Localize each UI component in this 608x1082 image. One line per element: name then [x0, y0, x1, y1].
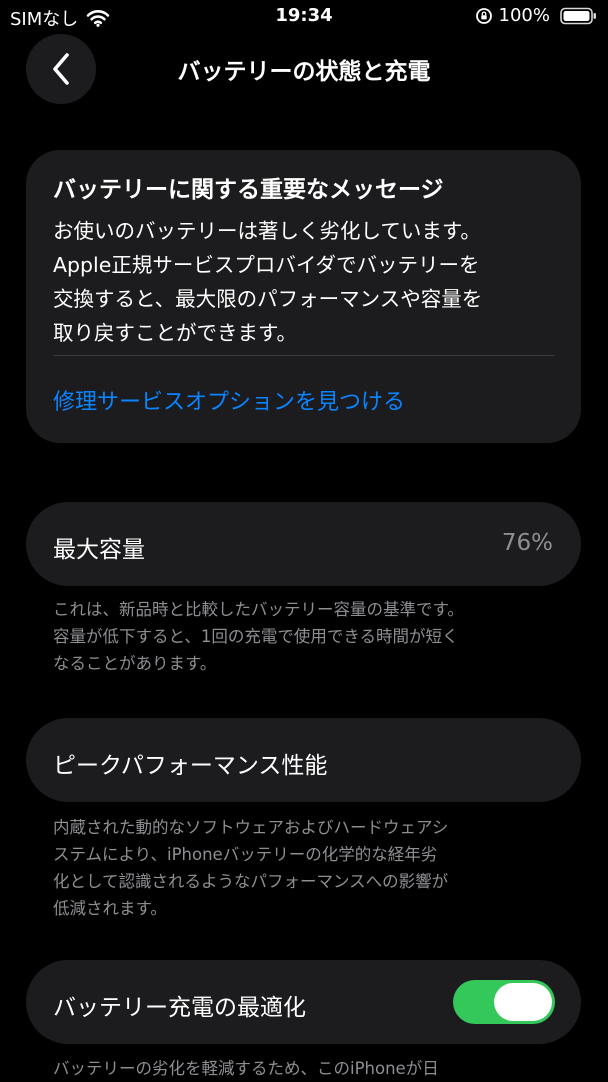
find-service-options-link[interactable]: 修理サービスオプションを見つける — [53, 384, 405, 416]
message-line: Apple正規サービスプロバイダでバッテリーを — [53, 253, 480, 277]
max-capacity-row: 最大容量 76% — [26, 502, 581, 586]
max-capacity-label: 最大容量 — [53, 537, 145, 563]
footnote-line: 低減されます。 — [53, 899, 167, 918]
max-capacity-footnote: これは、新品時と比較したバッテリー容量の基準です。 容量が低下すると、1回の充電… — [53, 596, 563, 677]
battery-percent: 100% — [498, 5, 550, 26]
status-bar: SIMなし 19:34 100% — [0, 0, 608, 34]
peak-performance-row: ピークパフォーマンス性能 — [26, 718, 581, 802]
footnote-line: 内蔵された動的なソフトウェアおよびハードウェアシ — [53, 818, 449, 837]
message-body: お使いのバッテリーは著しく劣化しています。 Apple正規サービスプロバイダでバ… — [53, 214, 558, 350]
page-title: バッテリーの状態と充電 — [177, 59, 431, 85]
message-line: 交換すると、最大限のパフォーマンスや容量を — [53, 287, 483, 311]
footnote-line: ステムにより、iPhoneバッテリーの化学的な経年劣 — [53, 845, 438, 864]
footnote-line: なることがあります。 — [53, 654, 217, 673]
max-capacity-value: 76% — [501, 530, 553, 556]
peak-performance-footnote: 内蔵された動的なソフトウェアおよびハードウェアシ ステムにより、iPhoneバッ… — [53, 814, 563, 922]
charging-optimization-footnote: バッテリーの劣化を軽減するため、このiPhoneが日 — [53, 1055, 563, 1082]
charging-optimization-toggle[interactable] — [453, 980, 555, 1024]
battery-message-card: バッテリーに関する重要なメッセージ お使いのバッテリーは著しく劣化しています。 … — [26, 150, 581, 443]
message-line: お使いのバッテリーは著しく劣化しています。 — [53, 219, 481, 243]
footnote-line: バッテリーの劣化を軽減するため、このiPhoneが日 — [53, 1059, 439, 1078]
rotation-lock-icon — [475, 7, 492, 24]
back-button[interactable] — [26, 34, 96, 104]
peak-performance-label: ピークパフォーマンス性能 — [53, 753, 328, 779]
divider — [53, 355, 555, 356]
charging-optimization-row: バッテリー充電の最適化 — [26, 960, 581, 1044]
message-line: 取り戻すことができます。 — [53, 321, 297, 345]
toggle-knob — [494, 983, 552, 1021]
footnote-line: これは、新品時と比較したバッテリー容量の基準です。 — [53, 600, 464, 619]
status-right-group: 100% — [475, 5, 598, 26]
charging-optimization-label: バッテリー充電の最適化 — [53, 995, 306, 1021]
footnote-line: 化として認識されるようなパフォーマンスへの影響が — [53, 872, 449, 891]
battery-icon — [560, 7, 596, 24]
message-title: バッテリーに関する重要なメッセージ — [53, 177, 444, 203]
chevron-left-icon — [53, 53, 69, 85]
navigation-bar: バッテリーの状態と充電 — [0, 34, 608, 104]
footnote-line: 容量が低下すると、1回の充電で使用できる時間が短く — [53, 627, 459, 646]
